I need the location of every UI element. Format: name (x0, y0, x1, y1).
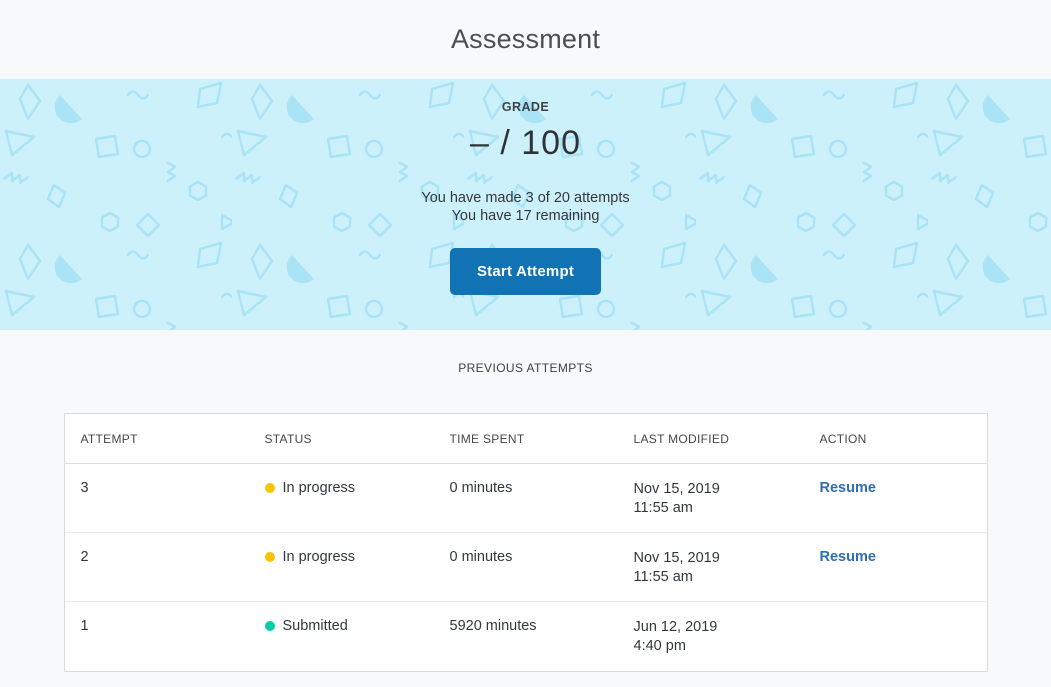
last-modified-time: 11:55 am (634, 499, 804, 518)
status-label: In progress (283, 549, 356, 565)
last-modified-date: Nov 15, 2019 (634, 480, 804, 499)
column-header-last-modified: LAST MODIFIED (618, 432, 804, 446)
attempt-number: 3 (65, 464, 249, 532)
app-header: Assessment (0, 0, 1051, 79)
attempt-number: 1 (65, 602, 249, 671)
status-cell: In progress (249, 533, 434, 601)
last-modified: Nov 15, 2019 11:55 am (618, 533, 804, 601)
resume-link[interactable]: Resume (820, 480, 876, 496)
status-label: In progress (283, 480, 356, 496)
time-spent: 0 minutes (434, 533, 618, 601)
grade-value: – / 100 (0, 124, 1051, 163)
start-attempt-button[interactable]: Start Attempt (450, 248, 601, 295)
action-cell (804, 602, 987, 671)
last-modified: Jun 12, 2019 4:40 pm (618, 602, 804, 671)
status-label: Submitted (283, 618, 348, 634)
last-modified-date: Nov 15, 2019 (634, 549, 804, 568)
status-dot-icon (265, 483, 275, 493)
table-row-attempt-3: 3 In progress 0 minutes Nov 15, 2019 11:… (65, 464, 987, 533)
last-modified-time: 4:40 pm (634, 637, 804, 656)
last-modified: Nov 15, 2019 11:55 am (618, 464, 804, 532)
column-header-action: ACTION (804, 432, 987, 446)
table-header-row: ATTEMPT STATUS TIME SPENT LAST MODIFIED … (65, 414, 987, 464)
table-row-attempt-1: 1 Submitted 5920 minutes Jun 12, 2019 4:… (65, 602, 987, 671)
time-spent: 0 minutes (434, 464, 618, 532)
previous-attempts-table: ATTEMPT STATUS TIME SPENT LAST MODIFIED … (64, 413, 988, 672)
attempts-remaining-text: You have 17 remaining (0, 207, 1051, 225)
table-row-attempt-2: 2 In progress 0 minutes Nov 15, 2019 11:… (65, 533, 987, 602)
page-title: Assessment (451, 24, 600, 55)
column-header-attempt: ATTEMPT (65, 432, 249, 446)
previous-attempts-heading: PREVIOUS ATTEMPTS (0, 361, 1051, 375)
status-cell: In progress (249, 464, 434, 532)
column-header-status: STATUS (249, 432, 434, 446)
grade-summary: GRADE – / 100 You have made 3 of 20 atte… (0, 79, 1051, 295)
action-cell: Resume (804, 533, 987, 601)
last-modified-date: Jun 12, 2019 (634, 618, 804, 637)
attempt-number: 2 (65, 533, 249, 601)
status-dot-icon (265, 552, 275, 562)
last-modified-time: 11:55 am (634, 568, 804, 587)
grade-banner: GRADE – / 100 You have made 3 of 20 atte… (0, 79, 1051, 330)
grade-label: GRADE (0, 100, 1051, 114)
attempts-made-text: You have made 3 of 20 attempts (0, 189, 1051, 207)
action-cell: Resume (804, 464, 987, 532)
resume-link[interactable]: Resume (820, 549, 876, 565)
column-header-time-spent: TIME SPENT (434, 432, 618, 446)
time-spent: 5920 minutes (434, 602, 618, 671)
attempts-info: You have made 3 of 20 attempts You have … (0, 189, 1051, 225)
status-dot-icon (265, 621, 275, 631)
status-cell: Submitted (249, 602, 434, 671)
